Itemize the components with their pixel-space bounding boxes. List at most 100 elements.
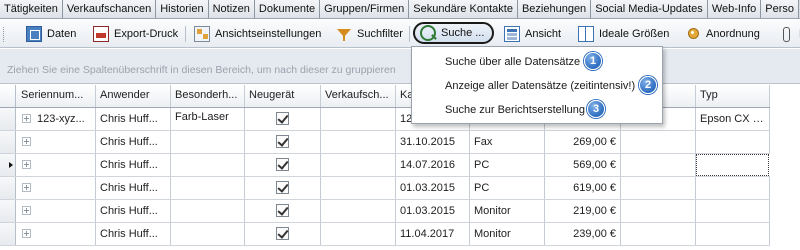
cell-besonderheiten[interactable] xyxy=(171,223,245,245)
cell-empty[interactable] xyxy=(621,223,696,245)
table-row[interactable]: Chris Huff... 01.03.2015 PC 619,00 € xyxy=(0,177,770,200)
cell-empty[interactable] xyxy=(621,177,696,199)
cell-art[interactable]: Monitor xyxy=(470,200,545,222)
table-row[interactable]: Chris Huff... 11.04.2017 Monitor 239,00 … xyxy=(0,223,770,246)
cell-besonderheiten[interactable] xyxy=(171,177,245,199)
row-selector[interactable] xyxy=(0,200,16,222)
checkbox-checked[interactable] xyxy=(276,135,289,148)
cell-seriennummer[interactable] xyxy=(17,200,96,222)
cell-besonderheiten[interactable]: Farb-Laser xyxy=(171,108,245,130)
cell-besonderheiten[interactable] xyxy=(171,154,245,176)
cell-art[interactable]: PC xyxy=(470,154,545,176)
cell-neugeraet[interactable] xyxy=(245,131,321,153)
checkbox-checked[interactable] xyxy=(276,227,289,240)
cell-typ-focused[interactable] xyxy=(696,154,769,176)
cell-seriennummer[interactable] xyxy=(17,223,96,245)
cell-art[interactable]: Fax xyxy=(470,131,545,153)
cell-anwender[interactable]: Chris Huff... xyxy=(96,154,171,176)
cell-art[interactable]: PC xyxy=(470,177,545,199)
cell-kaufdatum[interactable]: 01.03.2015 xyxy=(396,177,470,199)
cell-seriennummer[interactable] xyxy=(17,177,96,199)
cell-typ[interactable] xyxy=(696,223,770,245)
ideale-groessen-button[interactable]: Ideale Größen xyxy=(578,23,669,45)
checkbox-checked[interactable] xyxy=(276,112,289,125)
cell-art[interactable]: Monitor xyxy=(470,223,545,245)
column-header-besonderheiten[interactable]: Besonderh... xyxy=(171,85,245,107)
cell-kaufdatum[interactable]: 31.10.2015 xyxy=(396,131,470,153)
expand-row-icon[interactable] xyxy=(22,183,31,192)
cell-kaufdatum[interactable]: 01.03.2015 xyxy=(396,200,470,222)
row-selector[interactable] xyxy=(0,108,16,130)
tab-dokumente[interactable]: Dokumente xyxy=(254,0,321,18)
cell-anwender[interactable]: Chris Huff... xyxy=(96,131,171,153)
cell-kaufdatum[interactable]: 14.07.2016 xyxy=(396,154,470,176)
table-row[interactable]: Chris Huff... 01.03.2015 Monitor 219,00 … xyxy=(0,200,770,223)
cell-typ[interactable] xyxy=(696,177,770,199)
menu-item-report-search[interactable]: Suche zur Berichtserstellung xyxy=(412,98,662,122)
cell-verkaufschance[interactable] xyxy=(321,131,396,153)
cell-typ[interactable]: Epson CX 1... xyxy=(696,108,770,130)
tab-historien[interactable]: Historien xyxy=(156,0,209,18)
row-selector[interactable] xyxy=(0,131,16,153)
cell-verkaufschance[interactable] xyxy=(321,200,396,222)
tab-beziehungen[interactable]: Beziehungen xyxy=(517,0,592,18)
cell-empty[interactable] xyxy=(621,154,696,176)
cell-preis[interactable]: 619,00 € xyxy=(545,177,621,199)
row-selector[interactable] xyxy=(0,223,16,245)
cell-anwender[interactable]: Chris Huff... xyxy=(96,223,171,245)
tab-notizen[interactable]: Notizen xyxy=(208,0,255,18)
cell-verkaufschance[interactable] xyxy=(321,154,396,176)
expand-row-icon[interactable] xyxy=(22,206,31,215)
export-druck-button[interactable]: Export-Druck xyxy=(93,23,178,45)
expand-row-icon[interactable] xyxy=(22,160,31,169)
checkbox-checked[interactable] xyxy=(276,204,289,217)
cell-besonderheiten[interactable] xyxy=(171,200,245,222)
daten-button[interactable]: Daten xyxy=(26,23,76,45)
tab-verkaufschancen[interactable]: Verkaufschancen xyxy=(62,0,157,18)
cell-anwender[interactable]: Chris Huff... xyxy=(96,200,171,222)
cell-verkaufschance[interactable] xyxy=(321,223,396,245)
cell-neugeraet[interactable] xyxy=(245,154,321,176)
anordnung-button[interactable]: Anordnung xyxy=(685,23,760,45)
expand-row-icon[interactable] xyxy=(22,114,31,123)
cell-besonderheiten[interactable] xyxy=(171,131,245,153)
suche-button[interactable]: Suche ... xyxy=(413,22,495,44)
table-row[interactable]: Chris Huff... 31.10.2015 Fax 269,00 € xyxy=(0,131,770,154)
cell-seriennummer[interactable] xyxy=(17,154,96,176)
row-selector[interactable] xyxy=(0,177,16,199)
expand-row-icon[interactable] xyxy=(22,137,31,146)
column-header-verkaufschance[interactable]: Verkaufsch... xyxy=(321,85,396,107)
checkbox-checked[interactable] xyxy=(276,181,289,194)
cell-verkaufschance[interactable] xyxy=(321,177,396,199)
tab-perso[interactable]: Perso xyxy=(761,0,799,18)
checkbox-checked[interactable] xyxy=(276,158,289,171)
tab-web-info[interactable]: Web-Info xyxy=(707,0,762,18)
cell-seriennummer[interactable] xyxy=(17,131,96,153)
tab-sekundaere-kontakte[interactable]: Sekundäre Kontakte xyxy=(409,0,518,18)
cell-typ[interactable] xyxy=(696,131,770,153)
group-by-panel[interactable]: Ziehen Sie eine Spaltenüberschrift in di… xyxy=(0,49,800,84)
cell-empty[interactable] xyxy=(621,200,696,222)
cell-neugeraet[interactable] xyxy=(245,177,321,199)
cell-neugeraet[interactable] xyxy=(245,223,321,245)
cell-neugeraet[interactable] xyxy=(245,200,321,222)
cell-preis[interactable]: 269,00 € xyxy=(545,131,621,153)
table-row-current[interactable]: Chris Huff... 14.07.2016 PC 569,00 € xyxy=(0,154,770,177)
expand-row-icon[interactable] xyxy=(22,229,31,238)
row-selector[interactable] xyxy=(0,154,16,176)
ansichtseinstellungen-button[interactable]: Ansichtseinstellungen xyxy=(194,23,321,45)
cell-verkaufschance[interactable] xyxy=(321,108,396,130)
cell-preis[interactable]: 569,00 € xyxy=(545,154,621,176)
column-header-seriennummer[interactable]: Seriennum... xyxy=(17,85,96,107)
cell-neugeraet[interactable] xyxy=(245,108,321,130)
column-header-typ[interactable]: Typ xyxy=(696,85,770,107)
cell-preis[interactable]: 239,00 € xyxy=(545,223,621,245)
attachment-button[interactable]: B xyxy=(778,23,800,45)
column-header-anwender[interactable]: Anwender xyxy=(96,85,171,107)
tab-social-media-updates[interactable]: Social Media-Updates xyxy=(591,0,708,18)
cell-anwender[interactable]: Chris Huff... xyxy=(96,177,171,199)
cell-seriennummer[interactable]: 123-xyz... xyxy=(17,108,96,130)
menu-item-show-all[interactable]: Anzeige aller Datensätze (zeitintensiv!) xyxy=(412,74,662,98)
cell-kaufdatum[interactable]: 11.04.2017 xyxy=(396,223,470,245)
tab-gruppen-firmen[interactable]: Gruppen/Firmen xyxy=(320,0,410,18)
